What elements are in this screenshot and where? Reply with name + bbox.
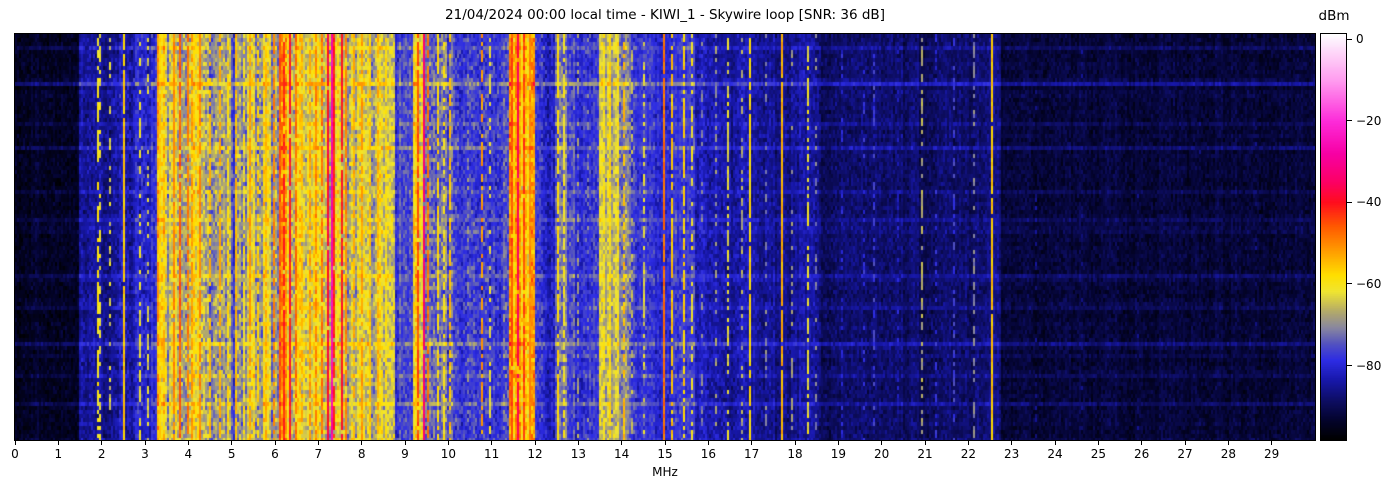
x-tick-mark	[1141, 441, 1143, 445]
x-tick-mark	[187, 441, 189, 445]
spectrogram-figure: 21/04/2024 00:00 local time - KIWI_1 - S…	[0, 0, 1400, 500]
x-tick-label-20: 20	[874, 447, 890, 461]
colorbar-tick-mark	[1347, 201, 1352, 203]
x-tick-mark	[231, 441, 233, 445]
colorbar-tick-mark	[1347, 38, 1352, 40]
x-tick-mark	[1227, 441, 1229, 445]
x-tick-label-15: 15	[657, 447, 673, 461]
x-tick-mark	[361, 441, 363, 445]
colorbar-tick-mark	[1347, 365, 1352, 367]
waterfall-plot-area	[14, 33, 1316, 441]
x-tick-label-28: 28	[1220, 447, 1236, 461]
colorbar-tick-label--60: −60	[1356, 276, 1382, 291]
colorbar-tick-label--40: −40	[1356, 195, 1382, 210]
colorbar-tick-label--20: −20	[1356, 113, 1382, 128]
x-tick-label-27: 27	[1177, 447, 1193, 461]
x-tick-label-10: 10	[440, 447, 456, 461]
x-tick-mark	[101, 441, 103, 445]
x-tick-label-12: 12	[527, 447, 543, 461]
x-tick-label-22: 22	[960, 447, 976, 461]
x-tick-mark	[881, 441, 883, 445]
x-tick-mark	[1184, 441, 1186, 445]
x-tick-mark	[534, 441, 536, 445]
x-tick-mark	[404, 441, 406, 445]
colorbar-tick-mark	[1347, 283, 1352, 285]
x-tick-mark	[1054, 441, 1056, 445]
colorbar-unit-label: dBm	[1318, 8, 1350, 24]
x-tick-label-18: 18	[787, 447, 803, 461]
x-tick-label-29: 29	[1264, 447, 1280, 461]
x-tick-mark	[57, 441, 59, 445]
x-tick-label-3: 3	[141, 447, 149, 461]
x-axis-unit-label: MHz	[652, 465, 678, 479]
x-tick-label-4: 4	[184, 447, 193, 461]
x-tick-label-0: 0	[11, 447, 19, 461]
x-tick-mark	[577, 441, 579, 445]
colorbar	[1320, 33, 1347, 441]
x-tick-mark	[837, 441, 839, 445]
x-tick-label-16: 16	[700, 447, 716, 461]
x-tick-label-9: 9	[401, 447, 409, 461]
x-tick-mark	[144, 441, 146, 445]
x-tick-label-24: 24	[1047, 447, 1063, 461]
x-tick-label-11: 11	[484, 447, 500, 461]
x-tick-mark	[751, 441, 753, 445]
x-tick-mark	[491, 441, 493, 445]
x-tick-label-26: 26	[1134, 447, 1150, 461]
colorbar-tick-label--80: −80	[1356, 358, 1382, 373]
x-tick-mark	[1097, 441, 1099, 445]
x-tick-label-6: 6	[271, 447, 279, 461]
x-tick-label-7: 7	[314, 447, 323, 461]
x-tick-mark	[707, 441, 709, 445]
x-tick-mark	[317, 441, 319, 445]
x-tick-mark	[1011, 441, 1013, 445]
x-tick-mark	[967, 441, 969, 445]
x-tick-mark	[14, 441, 16, 445]
x-tick-mark	[924, 441, 926, 445]
x-tick-label-25: 25	[1090, 447, 1106, 461]
x-tick-mark	[621, 441, 623, 445]
x-tick-mark	[274, 441, 276, 445]
x-tick-label-2: 2	[97, 447, 106, 461]
x-tick-label-19: 19	[830, 447, 846, 461]
waterfall-canvas	[15, 34, 1315, 440]
colorbar-gradient-canvas	[1321, 34, 1346, 440]
x-tick-mark	[447, 441, 449, 445]
x-tick-label-14: 14	[614, 447, 630, 461]
x-tick-label-17: 17	[744, 447, 760, 461]
x-tick-label-8: 8	[357, 447, 366, 461]
x-tick-label-21: 21	[917, 447, 933, 461]
x-tick-label-23: 23	[1004, 447, 1020, 461]
colorbar-tick-label-0: 0	[1356, 32, 1364, 47]
x-tick-mark	[1271, 441, 1273, 445]
colorbar-tick-mark	[1347, 120, 1352, 122]
plot-title: 21/04/2024 00:00 local time - KIWI_1 - S…	[445, 7, 885, 23]
x-tick-label-5: 5	[227, 447, 236, 461]
x-tick-label-13: 13	[570, 447, 586, 461]
x-tick-label-1: 1	[54, 447, 63, 461]
x-tick-mark	[794, 441, 796, 445]
x-tick-mark	[664, 441, 666, 445]
